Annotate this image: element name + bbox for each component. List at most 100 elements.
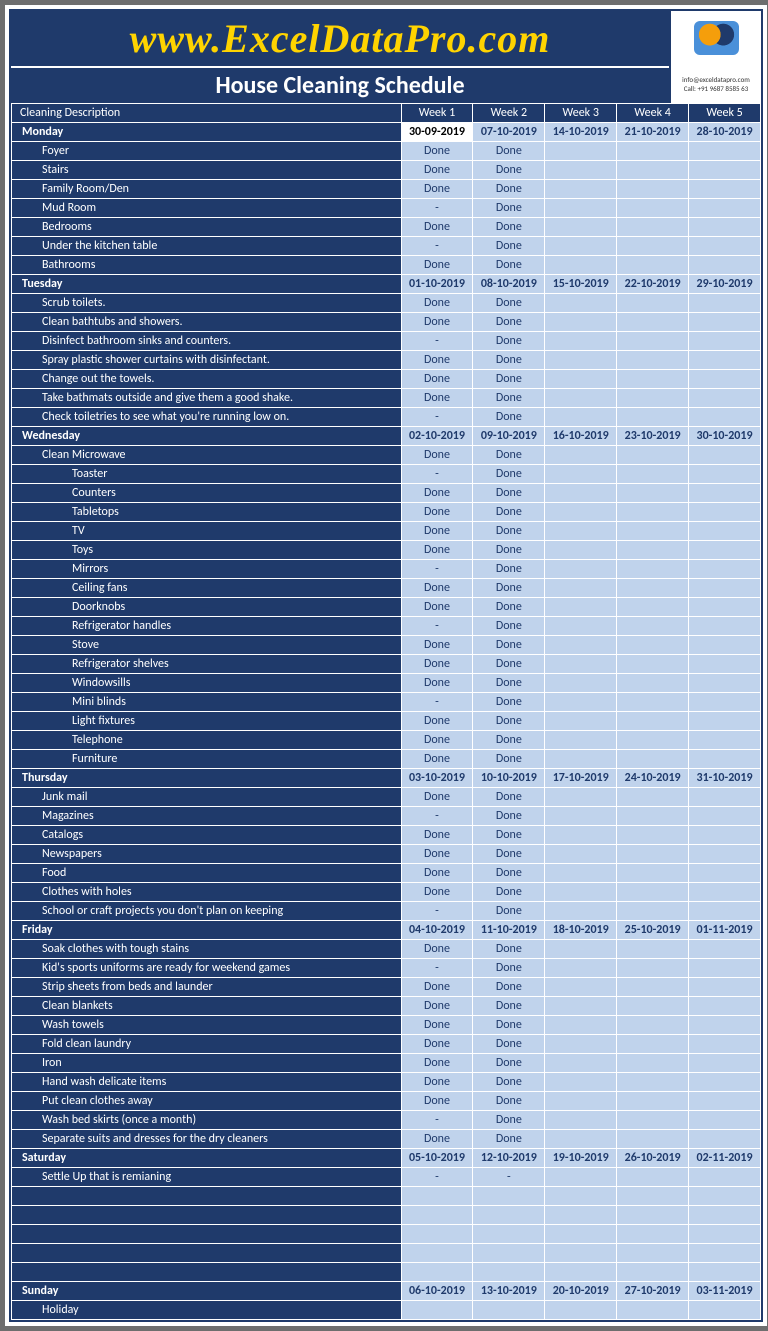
empty-status (545, 1206, 617, 1225)
date-cell: 16-10-2019 (545, 427, 617, 446)
status-cell: Done (401, 351, 473, 370)
status-cell (689, 503, 761, 522)
status-cell (617, 959, 689, 978)
status-cell (545, 351, 617, 370)
status-cell: Done (473, 1111, 545, 1130)
status-cell (617, 655, 689, 674)
status-cell: Done (401, 997, 473, 1016)
status-cell (617, 1130, 689, 1149)
status-cell (689, 1092, 761, 1111)
task-name: Clothes with holes (12, 883, 402, 902)
status-cell (617, 788, 689, 807)
status-cell (545, 180, 617, 199)
status-cell (617, 370, 689, 389)
status-cell (689, 959, 761, 978)
task-row: DoorknobsDoneDone (12, 598, 761, 617)
status-cell (689, 902, 761, 921)
status-cell (545, 826, 617, 845)
status-cell (545, 693, 617, 712)
status-cell (617, 864, 689, 883)
status-cell: - (401, 199, 473, 218)
task-row: ToysDoneDone (12, 541, 761, 560)
task-name: Mirrors (12, 560, 402, 579)
task-row: Scrub toilets.DoneDone (12, 294, 761, 313)
empty-cell (12, 1225, 402, 1244)
status-cell (545, 389, 617, 408)
status-cell (617, 807, 689, 826)
status-cell: Done (473, 503, 545, 522)
empty-cell (12, 1263, 402, 1282)
status-cell: Done (401, 503, 473, 522)
status-cell: Done (473, 370, 545, 389)
status-cell: Done (473, 560, 545, 579)
day-row: Monday30-09-201907-10-201914-10-201921-1… (12, 123, 761, 142)
status-cell (689, 408, 761, 427)
status-cell (545, 731, 617, 750)
date-cell: 10-10-2019 (473, 769, 545, 788)
status-cell (617, 446, 689, 465)
status-cell: Done (401, 636, 473, 655)
task-row: Wash bed skirts (once a month)-Done (12, 1111, 761, 1130)
task-row: Under the kitchen table-Done (12, 237, 761, 256)
date-cell: 01-10-2019 (401, 275, 473, 294)
status-cell: Done (401, 1092, 473, 1111)
status-cell: Done (473, 237, 545, 256)
task-row: School or craft projects you don't plan … (12, 902, 761, 921)
status-cell: Done (401, 750, 473, 769)
task-row: Wash towelsDoneDone (12, 1016, 761, 1035)
date-cell: 03-10-2019 (401, 769, 473, 788)
task-name: Strip sheets from beds and launder (12, 978, 402, 997)
status-cell (545, 256, 617, 275)
status-cell: Done (473, 731, 545, 750)
task-name: Disinfect bathroom sinks and counters. (12, 332, 402, 351)
status-cell: Done (473, 902, 545, 921)
task-row: IronDoneDone (12, 1054, 761, 1073)
status-cell: Done (473, 655, 545, 674)
status-cell (617, 902, 689, 921)
status-cell: Done (473, 864, 545, 883)
task-name: Hand wash delicate items (12, 1073, 402, 1092)
col-week4: Week 4 (617, 104, 689, 123)
status-cell (617, 731, 689, 750)
date-cell: 08-10-2019 (473, 275, 545, 294)
status-cell (617, 161, 689, 180)
task-row: Mini blinds-Done (12, 693, 761, 712)
status-cell (689, 560, 761, 579)
status-cell (545, 560, 617, 579)
date-cell: 02-10-2019 (401, 427, 473, 446)
status-cell: Done (401, 978, 473, 997)
empty-status (545, 1244, 617, 1263)
status-cell: Done (473, 845, 545, 864)
status-cell: Done (473, 199, 545, 218)
task-row: Settle Up that is remianing-- (12, 1168, 761, 1187)
task-name: Clean Microwave (12, 446, 402, 465)
status-cell (689, 313, 761, 332)
status-cell: Done (473, 674, 545, 693)
status-cell (617, 1111, 689, 1130)
status-cell: Done (473, 351, 545, 370)
status-cell: Done (401, 389, 473, 408)
status-cell: Done (401, 788, 473, 807)
day-name: Saturday (12, 1149, 402, 1168)
task-row: Light fixturesDoneDone (12, 712, 761, 731)
date-cell: 22-10-2019 (617, 275, 689, 294)
task-row: Clean bathtubs and showers.DoneDone (12, 313, 761, 332)
task-row: NewspapersDoneDone (12, 845, 761, 864)
status-cell: Done (473, 826, 545, 845)
status-cell (545, 408, 617, 427)
date-cell: 24-10-2019 (617, 769, 689, 788)
status-cell (617, 693, 689, 712)
date-cell: 30-09-2019 (401, 123, 473, 142)
status-cell: Done (473, 1130, 545, 1149)
task-name: Toaster (12, 465, 402, 484)
status-cell (689, 807, 761, 826)
empty-status (545, 1263, 617, 1282)
status-cell: Done (473, 142, 545, 161)
empty-status (401, 1225, 473, 1244)
task-name: Take bathmats outside and give them a go… (12, 389, 402, 408)
task-row: Check toiletries to see what you're runn… (12, 408, 761, 427)
status-cell: Done (473, 978, 545, 997)
status-cell (545, 237, 617, 256)
day-name: Sunday (12, 1282, 402, 1301)
status-cell: - (401, 902, 473, 921)
